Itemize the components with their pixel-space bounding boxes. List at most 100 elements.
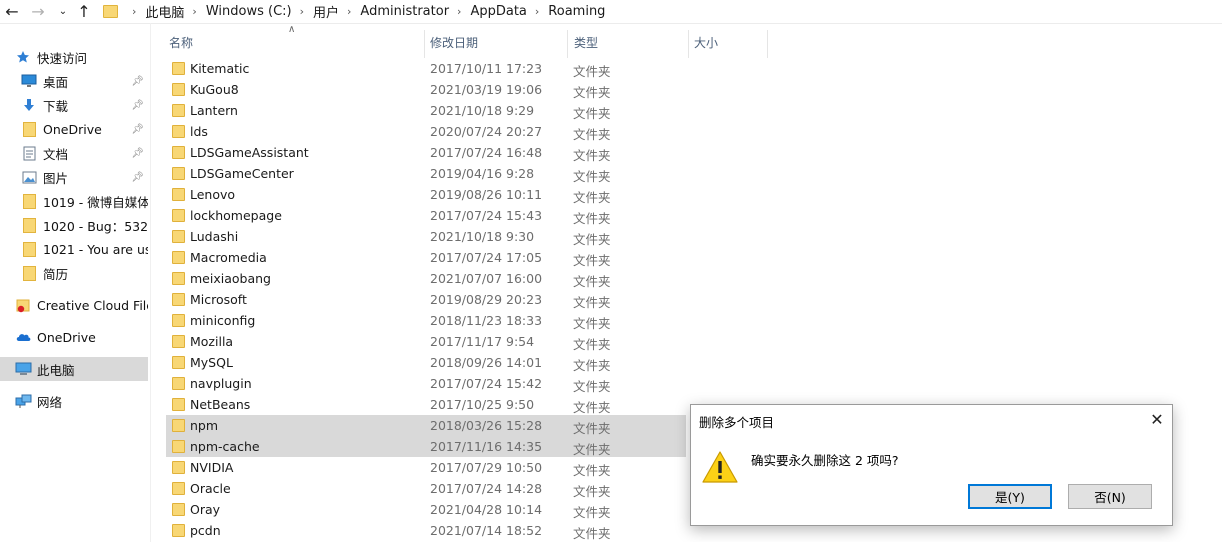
sidebar-item-label: 网络 — [37, 394, 63, 410]
sidebar-item-pictures[interactable]: 图片 📌︎ — [20, 165, 148, 189]
file-type: 文件夹 — [573, 421, 611, 436]
sidebar-item-this-pc[interactable]: 此电脑 — [0, 357, 148, 381]
breadcrumb-separator-icon[interactable]: › — [457, 5, 461, 18]
breadcrumb-item[interactable]: AppData — [470, 4, 526, 19]
breadcrumb[interactable]: › 此电脑 › Windows (C:) › 用户 › Administrato… — [99, 0, 1222, 22]
sidebar-item-documents[interactable]: 文档 📌︎ — [20, 141, 148, 165]
no-button[interactable]: 否(N) — [1068, 484, 1152, 509]
file-row[interactable]: NetBeans 2017/10/25 9:50 文件夹 — [166, 394, 686, 415]
sidebar-item-folder-1021[interactable]: 1021 - You are us — [20, 237, 148, 261]
sidebar-item-folder-1020[interactable]: 1020 - Bug：5324 — [20, 213, 148, 237]
sidebar-item-folder-1019[interactable]: 1019 - 微博自媒体: — [20, 189, 148, 213]
file-row[interactable]: NVIDIA 2017/07/29 10:50 文件夹 — [166, 457, 686, 478]
file-type: 文件夹 — [573, 463, 611, 478]
column-divider[interactable] — [767, 30, 768, 58]
breadcrumb-separator-icon[interactable]: › — [132, 5, 136, 18]
file-type: 文件夹 — [573, 505, 611, 520]
column-header-name[interactable]: 名称 — [169, 27, 193, 58]
folder-icon — [172, 335, 185, 348]
file-row[interactable]: Ludashi 2021/10/18 9:30 文件夹 — [166, 226, 686, 247]
cloud-icon — [14, 329, 32, 345]
sort-ascending-icon: ∧ — [288, 24, 296, 35]
file-row[interactable]: LDSGameAssistant 2017/07/24 16:48 文件夹 — [166, 142, 686, 163]
column-header-type[interactable]: 类型 — [574, 27, 598, 58]
recent-locations-chevron-icon[interactable]: ⌄ — [53, 0, 73, 23]
folder-icon — [172, 440, 185, 453]
sidebar-item-desktop[interactable]: 桌面 📌︎ — [20, 69, 148, 93]
column-header-date[interactable]: 修改日期 — [430, 27, 478, 58]
file-date: 2017/07/24 15:43 — [430, 208, 543, 223]
computer-icon — [14, 361, 32, 377]
file-name: Ludashi — [190, 229, 239, 244]
file-row[interactable]: Kitematic 2017/10/11 17:23 文件夹 — [166, 58, 686, 79]
file-type: 文件夹 — [573, 148, 611, 163]
sidebar-item-resume[interactable]: 简历 — [20, 261, 148, 285]
file-date: 2017/11/16 14:35 — [430, 439, 543, 454]
forward-arrow-icon[interactable]: → — [28, 0, 48, 23]
breadcrumb-item[interactable]: Administrator — [360, 4, 449, 19]
file-row[interactable]: Mozilla 2017/11/17 9:54 文件夹 — [166, 331, 686, 352]
file-name: NVIDIA — [190, 460, 234, 475]
column-header-size[interactable]: 大小 — [694, 27, 718, 58]
breadcrumb-separator-icon[interactable]: › — [347, 5, 351, 18]
sidebar-item-label: 1021 - You are us — [43, 241, 148, 257]
sidebar-item-label: OneDrive — [43, 121, 102, 137]
column-divider[interactable] — [567, 30, 568, 58]
breadcrumb-separator-icon[interactable]: › — [192, 5, 196, 18]
folder-icon — [172, 209, 185, 222]
column-divider[interactable] — [688, 30, 689, 58]
file-row[interactable]: pcdn 2021/07/14 18:52 文件夹 — [166, 520, 686, 541]
pin-icon: 📌︎ — [131, 171, 144, 183]
file-row[interactable]: lds 2020/07/24 20:27 文件夹 — [166, 121, 686, 142]
file-row[interactable]: miniconfig 2018/11/23 18:33 文件夹 — [166, 310, 686, 331]
file-row[interactable]: Macromedia 2017/07/24 17:05 文件夹 — [166, 247, 686, 268]
file-row[interactable]: LDSGameCenter 2019/04/16 9:28 文件夹 — [166, 163, 686, 184]
file-row[interactable]: MySQL 2018/09/26 14:01 文件夹 — [166, 352, 686, 373]
breadcrumb-separator-icon[interactable]: › — [300, 5, 304, 18]
file-row[interactable]: meixiaobang 2021/07/07 16:00 文件夹 — [166, 268, 686, 289]
dialog-title-bar[interactable]: 删除多个项目 ✕ — [691, 405, 1172, 434]
file-row-selected[interactable]: npm-cache 2017/11/16 14:35 文件夹 — [166, 436, 686, 457]
sidebar-item-network[interactable]: 网络 — [14, 389, 148, 413]
file-row[interactable]: KuGou8 2021/03/19 19:06 文件夹 — [166, 79, 686, 100]
file-name: Oracle — [190, 481, 231, 496]
breadcrumb-item[interactable]: 此电脑 — [145, 2, 184, 21]
sidebar-item-creative-cloud[interactable]: Creative Cloud Files — [14, 293, 148, 317]
file-row-selected[interactable]: npm 2018/03/26 15:28 文件夹 — [166, 415, 686, 436]
folder-icon — [172, 272, 185, 285]
sidebar-item-onedrive-folder[interactable]: OneDrive 📌︎ — [20, 117, 148, 141]
file-type: 文件夹 — [573, 337, 611, 352]
column-divider[interactable] — [424, 30, 425, 58]
file-row[interactable]: Oracle 2017/07/24 14:28 文件夹 — [166, 478, 686, 499]
up-arrow-icon[interactable]: ↑ — [74, 0, 94, 23]
close-icon[interactable]: ✕ — [1142, 405, 1172, 434]
file-date: 2021/10/18 9:29 — [430, 103, 535, 118]
file-name: npm — [190, 418, 219, 433]
yes-button[interactable]: 是(Y) — [968, 484, 1052, 509]
file-name: Kitematic — [190, 61, 250, 76]
folder-icon — [172, 482, 185, 495]
file-type: 文件夹 — [573, 106, 611, 121]
folder-icon — [103, 4, 118, 18]
sidebar-item-downloads[interactable]: 下载 📌︎ — [20, 93, 148, 117]
file-row[interactable]: Lenovo 2019/08/26 10:11 文件夹 — [166, 184, 686, 205]
desktop-icon — [20, 73, 38, 89]
file-name: Oray — [190, 502, 221, 517]
pictures-icon — [20, 169, 38, 185]
breadcrumb-item[interactable]: 用户 — [313, 2, 339, 21]
pin-icon: 📌︎ — [131, 75, 144, 87]
sidebar-item-onedrive[interactable]: OneDrive — [14, 325, 148, 349]
file-row[interactable]: Lantern 2021/10/18 9:29 文件夹 — [166, 100, 686, 121]
breadcrumb-separator-icon[interactable]: › — [535, 5, 539, 18]
breadcrumb-item[interactable]: Roaming — [548, 4, 605, 19]
file-date: 2017/10/25 9:50 — [430, 397, 535, 412]
file-row[interactable]: navplugin 2017/07/24 15:42 文件夹 — [166, 373, 686, 394]
sidebar-item-quick-access[interactable]: 快速访问 — [14, 45, 150, 69]
folder-icon — [172, 398, 185, 411]
breadcrumb-item[interactable]: Windows (C:) — [206, 4, 292, 19]
file-row[interactable]: Microsoft 2019/08/29 20:23 文件夹 — [166, 289, 686, 310]
file-row[interactable]: Oray 2021/04/28 10:14 文件夹 — [166, 499, 686, 520]
file-row[interactable]: lockhomepage 2017/07/24 15:43 文件夹 — [166, 205, 686, 226]
dialog-title: 删除多个项目 — [699, 415, 775, 430]
back-arrow-icon[interactable]: ← — [2, 0, 22, 23]
